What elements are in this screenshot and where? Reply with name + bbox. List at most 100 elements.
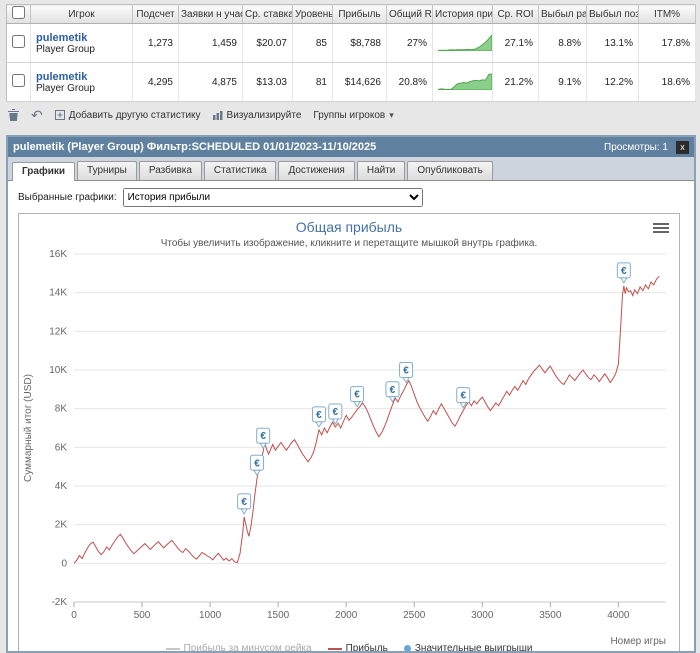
level-cell: 85: [292, 23, 333, 63]
add-statistic-label: Добавить другую статистику: [68, 109, 201, 121]
add-statistic-button[interactable]: Добавить другую статистику: [54, 109, 201, 121]
row-checkbox[interactable]: [12, 35, 25, 48]
itm-cell: 18.6%: [638, 62, 696, 102]
profit-chart: Общая прибыль Чтобы увеличить изображени…: [18, 213, 680, 653]
delete-icon[interactable]: [8, 109, 19, 121]
tab-breakdown[interactable]: Разбивка: [138, 161, 202, 180]
col-header-profit-history[interactable]: История приб...: [432, 4, 493, 24]
select-all-checkbox[interactable]: [12, 6, 25, 19]
player-name-link[interactable]: pulemetik: [36, 71, 127, 83]
col-header-profit[interactable]: Прибыль: [332, 4, 387, 24]
player-groups-label: Группы игроков: [313, 109, 386, 121]
chart-plot[interactable]: -2K 0 2K 4K 6K 8K 10K 12K 14K 16K 0 500 1000 1500 2000…: [20, 244, 676, 653]
avg-roi-cell: 21.2%: [492, 62, 539, 102]
svg-text:2K: 2K: [55, 520, 68, 531]
tab-graphs[interactable]: Графики: [12, 162, 76, 181]
panel-title: pulemetik (Player Group) Фильтр:SCHEDULE…: [13, 141, 377, 153]
col-header-level[interactable]: Уровень: [292, 4, 333, 24]
late-bust-cell: 13.1%: [586, 23, 639, 63]
svg-text:€: €: [403, 365, 409, 376]
table-row: pulemetik Player Group 4,295 4,875 $13.03…: [6, 62, 696, 102]
col-header-itm[interactable]: ITM%: [638, 4, 696, 24]
count-cell: 1,273: [132, 23, 179, 63]
svg-text:4000: 4000: [607, 610, 630, 621]
tab-publish[interactable]: Опубликовать: [407, 161, 493, 180]
panel-header: pulemetik (Player Group) Фильтр:SCHEDULE…: [8, 137, 694, 157]
svg-text:0: 0: [71, 610, 77, 621]
svg-text:12K: 12K: [49, 326, 67, 337]
profit-sparkline: [437, 73, 492, 90]
early-bust-cell: 9.1%: [538, 62, 587, 102]
early-bust-cell: 8.8%: [538, 23, 587, 63]
legend-dot-icon: [403, 645, 411, 651]
svg-text:€: €: [460, 391, 466, 402]
itm-cell: 17.8%: [638, 23, 696, 63]
chart-menu-icon[interactable]: [653, 223, 669, 235]
views-count: Просмотры: 1: [604, 141, 668, 153]
table-toolbar: ↶ Добавить другую статистику Визуализиру…: [0, 102, 700, 128]
close-button[interactable]: x: [676, 140, 689, 154]
svg-text:500: 500: [134, 610, 151, 621]
table-row: pulemetik Player Group 1,273 1,459 $20.07…: [6, 23, 696, 63]
row-checkbox[interactable]: [12, 74, 25, 87]
svg-text:€: €: [254, 458, 260, 469]
panel-content: Выбранные графики: История прибыли Общая…: [8, 181, 694, 653]
col-header-total-roi[interactable]: Общий RO: [386, 4, 433, 24]
svg-text:1000: 1000: [199, 610, 222, 621]
player-groups-button[interactable]: Группы игроков ▾: [313, 110, 393, 121]
player-stats-section: Игрок Подсчет Заявки н участие Ср. ставк…: [0, 0, 700, 102]
svg-text:4K: 4K: [55, 481, 68, 492]
svg-text:14K: 14K: [49, 288, 67, 299]
player-stats-table: Игрок Подсчет Заявки н участие Ср. ставк…: [6, 4, 696, 102]
entries-cell: 1,459: [178, 23, 243, 63]
visualize-label: Визуализируйте: [226, 109, 302, 121]
col-header-player[interactable]: Игрок: [30, 4, 133, 24]
legend-line-icon: [165, 647, 180, 650]
col-header-early-bust[interactable]: Выбыл рано: [538, 4, 587, 24]
col-header-avg-roi[interactable]: Ср. ROI: [492, 4, 539, 24]
svg-text:€: €: [260, 431, 266, 442]
svg-text:6K: 6K: [55, 442, 68, 453]
chevron-down-icon: ▾: [389, 109, 394, 120]
avg-stake-cell: $20.07: [242, 23, 293, 63]
select-all-header[interactable]: [6, 4, 31, 24]
profit-cell: $8,788: [332, 23, 387, 63]
svg-text:1500: 1500: [267, 610, 290, 621]
level-cell: 81: [292, 62, 333, 102]
graph-type-select[interactable]: История прибыли: [122, 188, 423, 207]
count-cell: 4,295: [132, 62, 179, 102]
svg-text:10K: 10K: [49, 365, 67, 376]
tab-achievements[interactable]: Достижения: [278, 161, 355, 180]
tab-statistics[interactable]: Статистика: [203, 161, 277, 180]
undo-icon[interactable]: ↶: [31, 108, 43, 122]
svg-text:2000: 2000: [335, 610, 358, 621]
avg-stake-cell: $13.03: [242, 62, 293, 102]
svg-text:€: €: [316, 410, 322, 421]
tab-find[interactable]: Найти: [356, 161, 406, 180]
chart-title: Общая прибыль: [295, 219, 403, 235]
svg-text:8K: 8K: [55, 404, 68, 415]
avg-roi-cell: 27.1%: [492, 23, 539, 63]
col-header-late-bust[interactable]: Выбыл поздн...: [586, 4, 639, 24]
svg-text:€: €: [241, 497, 247, 508]
col-header-avg-stake[interactable]: Ср. ставка: [242, 4, 293, 24]
player-group-label: Player Group: [36, 82, 95, 94]
col-header-entries[interactable]: Заявки н участие: [178, 4, 243, 24]
tab-tournaments[interactable]: Турниры: [77, 161, 137, 180]
late-bust-cell: 12.2%: [586, 62, 639, 102]
svg-text:3500: 3500: [539, 610, 562, 621]
player-name-link[interactable]: pulemetik: [36, 32, 127, 44]
svg-text:2500: 2500: [403, 610, 426, 621]
svg-text:16K: 16K: [49, 249, 67, 260]
bar-chart-icon: [212, 111, 223, 120]
col-header-count[interactable]: Подсчет: [132, 4, 179, 24]
svg-text:€: €: [333, 407, 339, 418]
svg-text:€: €: [621, 266, 627, 277]
player-group-label: Player Group: [36, 43, 95, 55]
visualize-button[interactable]: Визуализируйте: [212, 109, 302, 121]
total-roi-cell: 27%: [386, 23, 433, 63]
svg-text:€: €: [390, 385, 396, 396]
svg-text:3000: 3000: [471, 610, 494, 621]
add-icon: [54, 110, 65, 120]
legend-line-icon: [327, 647, 342, 650]
